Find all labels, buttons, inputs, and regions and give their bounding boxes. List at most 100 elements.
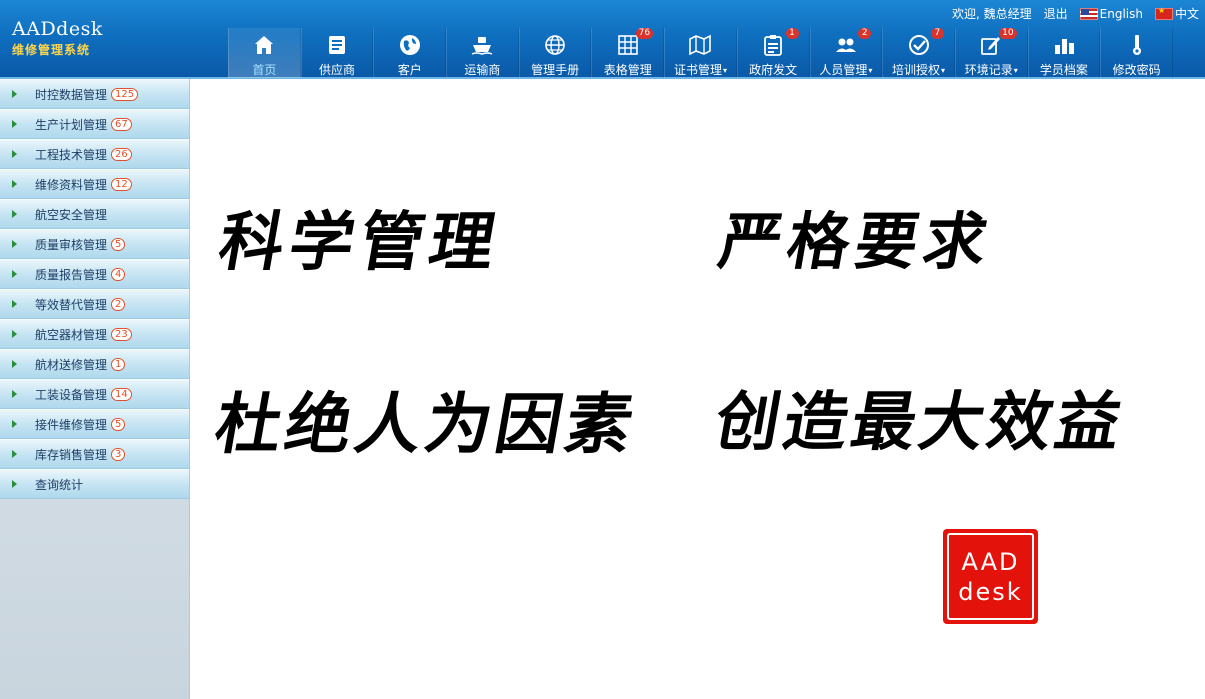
- nav-label-text: 证书管理: [673, 63, 722, 77]
- notification-badge: 10: [999, 28, 1017, 39]
- nav-label-text: 供应商: [319, 63, 356, 77]
- stamp-line-2: desk: [958, 577, 1023, 606]
- notification-badge: 76: [635, 28, 654, 39]
- nav-label-text: 表格管理: [603, 63, 652, 77]
- caret-right-icon: [12, 480, 17, 488]
- sidebar-item-13[interactable]: 查询统计: [0, 469, 189, 499]
- brand-subtitle: 维修管理系统: [12, 43, 91, 57]
- chevron-down-icon: ▾: [1013, 66, 1018, 75]
- nav-item-10[interactable]: 环境记录▾ 10: [954, 28, 1028, 78]
- sidebar-item-10[interactable]: 工装设备管理 14: [0, 379, 189, 409]
- sidebar-item-1[interactable]: 生产计划管理 67: [0, 109, 189, 139]
- count-badge: 67: [111, 117, 132, 131]
- nav-item-1[interactable]: 供应商: [300, 28, 374, 78]
- brand-name: AADdesk: [12, 18, 103, 40]
- sidebar-item-label: 航空安全管理: [35, 207, 108, 222]
- nav-item-9[interactable]: 培训授权▾ 7: [882, 28, 955, 78]
- welcome-text: 欢迎, 魏总经理: [951, 7, 1032, 21]
- lang-english-link[interactable]: English: [1079, 7, 1143, 21]
- nav-item-8[interactable]: 人员管理▾ 2: [809, 28, 883, 78]
- caret-right-icon: [12, 90, 17, 98]
- slogan-scientific-management: 科学管理: [213, 205, 507, 280]
- nav-label-text: 培训授权: [892, 63, 941, 77]
- caret-right-icon: [12, 270, 17, 278]
- caret-right-icon: [12, 150, 17, 158]
- nav-item-7[interactable]: 政府发文 1: [736, 28, 810, 78]
- main-content: 科学管理 严格要求 杜绝人为因素 创造最大效益 AAD desk: [191, 81, 1205, 699]
- sidebar-item-label: 生产计划管理: [35, 117, 108, 132]
- slogan-strict-requirements: 严格要求: [713, 205, 999, 278]
- sidebar-item-label: 质量报告管理: [35, 267, 108, 282]
- nav-item-6[interactable]: 证书管理▾: [664, 28, 737, 78]
- sidebar-item-label: 航材送修管理: [35, 357, 108, 372]
- count-badge: 5: [111, 237, 126, 251]
- nav-label-text: 学员档案: [1039, 63, 1088, 77]
- chevron-down-icon: ▾: [868, 66, 873, 75]
- sidebar-item-label: 工程技术管理: [35, 147, 108, 162]
- lang-chinese-link[interactable]: 中文: [1154, 5, 1199, 22]
- sidebar-item-label: 维修资料管理: [35, 177, 108, 192]
- sidebar-item-7[interactable]: 等效替代管理 2: [0, 289, 189, 319]
- nav-item-0[interactable]: 首页: [228, 28, 301, 78]
- sidebar-item-12[interactable]: 库存销售管理 3: [0, 439, 189, 469]
- sidebar-item-label: 接件维修管理: [35, 417, 108, 432]
- count-badge: 5: [111, 417, 126, 431]
- count-badge: 1: [111, 357, 126, 371]
- notification-badge: 7: [930, 28, 944, 39]
- caret-right-icon: [12, 300, 17, 308]
- aaddesk-stamp-logo: AAD desk: [943, 529, 1038, 624]
- sidebar-item-label: 时控数据管理: [35, 87, 108, 102]
- slogan-eliminate-human-factors: 杜绝人为因素: [209, 385, 643, 463]
- caret-right-icon: [12, 120, 17, 128]
- main-nav: 首页 供应商 客户 运输商 管理手册 表格管理 76 证书管理▾ 政府发文 1 人员管理▾ 2 培训授权…: [228, 28, 1173, 78]
- nav-label: 政府发文: [738, 61, 809, 78]
- sidebar-item-label: 航空器材管理: [35, 327, 108, 342]
- caret-right-icon: [12, 450, 17, 458]
- nav-item-3[interactable]: 运输商: [446, 28, 519, 78]
- notification-badge: 1: [785, 28, 799, 39]
- nav-label: 修改密码: [1101, 61, 1172, 78]
- sidebar-item-4[interactable]: 航空安全管理: [0, 199, 189, 229]
- key-icon: [1125, 33, 1149, 57]
- sidebar-item-8[interactable]: 航空器材管理 23: [0, 319, 189, 349]
- nav-label: 培训授权▾: [883, 61, 954, 78]
- nav-label: 供应商: [302, 61, 373, 78]
- sidebar-item-label: 质量审核管理: [35, 237, 108, 252]
- slogan-maximize-benefit: 创造最大效益: [709, 385, 1131, 460]
- nav-label: 证书管理▾: [665, 61, 736, 78]
- sidebar-item-6[interactable]: 质量报告管理 4: [0, 259, 189, 289]
- map-icon: [688, 33, 712, 57]
- sidebar-item-5[interactable]: 质量审核管理 5: [0, 229, 189, 259]
- nav-label: 首页: [229, 61, 300, 78]
- nav-item-12[interactable]: 修改密码: [1100, 28, 1173, 78]
- sidebar: 时控数据管理 125 生产计划管理 67 工程技术管理 26 维修资料管理 12 航空安全管理质…: [0, 79, 190, 699]
- chevron-down-icon: ▾: [722, 66, 727, 75]
- count-badge: 2: [111, 297, 126, 311]
- nav-item-4[interactable]: 管理手册: [518, 28, 592, 78]
- sidebar-item-2[interactable]: 工程技术管理 26: [0, 139, 189, 169]
- logo: AADdesk 维修管理系统: [12, 18, 103, 58]
- sidebar-item-9[interactable]: 航材送修管理 1: [0, 349, 189, 379]
- logout-link[interactable]: 退出: [1044, 5, 1068, 22]
- nav-label: 学员档案: [1029, 61, 1100, 78]
- globe-icon: [398, 33, 422, 57]
- nav-item-2[interactable]: 客户: [373, 28, 447, 78]
- sidebar-item-11[interactable]: 接件维修管理 5: [0, 409, 189, 439]
- caret-right-icon: [12, 180, 17, 188]
- caret-right-icon: [12, 240, 17, 248]
- nav-label: 运输商: [447, 61, 518, 78]
- count-badge: 23: [111, 327, 132, 341]
- top-user-bar: 欢迎, 魏总经理 退出 English 中文: [940, 5, 1199, 22]
- world-icon: [543, 33, 567, 57]
- nav-item-5[interactable]: 表格管理 76: [591, 28, 665, 78]
- count-badge: 14: [111, 387, 132, 401]
- caret-right-icon: [12, 330, 17, 338]
- sidebar-item-0[interactable]: 时控数据管理 125: [0, 79, 189, 109]
- nav-item-11[interactable]: 学员档案: [1027, 28, 1101, 78]
- users-icon: [834, 33, 858, 57]
- sidebar-item-3[interactable]: 维修资料管理 12: [0, 169, 189, 199]
- chevron-down-icon: ▾: [941, 66, 946, 75]
- ship-icon: [470, 33, 494, 57]
- nav-label: 表格管理: [592, 61, 663, 78]
- nav-label-text: 首页: [252, 63, 277, 77]
